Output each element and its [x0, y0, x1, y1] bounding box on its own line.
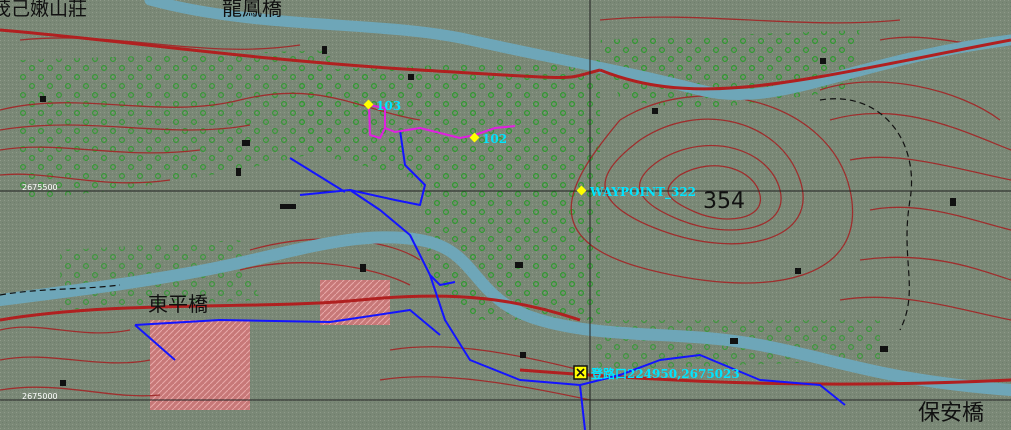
- place-label-bridge-bottom-right: 保安橋: [918, 401, 984, 426]
- waypoint-label: 103: [376, 99, 401, 113]
- place-label-bridge-top: 龍鳳橋: [222, 0, 282, 20]
- waypoint-322[interactable]: WAYPOINT_322: [576, 185, 696, 200]
- waypoint-label: 登路口224950,2675023: [590, 366, 740, 381]
- waypoint-label: WAYPOINT_322: [589, 185, 696, 200]
- elevation-label: 354: [703, 189, 745, 214]
- topographic-map[interactable]: 茂己嫩山莊 龍鳳橋 東平橋 保安橋 354 2675500 2675000 10…: [0, 0, 1011, 430]
- grid-label-northing-upper: 2675500: [22, 183, 58, 192]
- place-label-bridge-left: 東平橋: [148, 292, 208, 316]
- grid-label-northing-lower: 2675000: [22, 392, 58, 401]
- place-label-village: 茂己嫩山莊: [0, 0, 87, 20]
- waypoint-trailhead[interactable]: 登路口224950,2675023: [573, 365, 740, 381]
- waypoint-label: 102: [482, 132, 507, 146]
